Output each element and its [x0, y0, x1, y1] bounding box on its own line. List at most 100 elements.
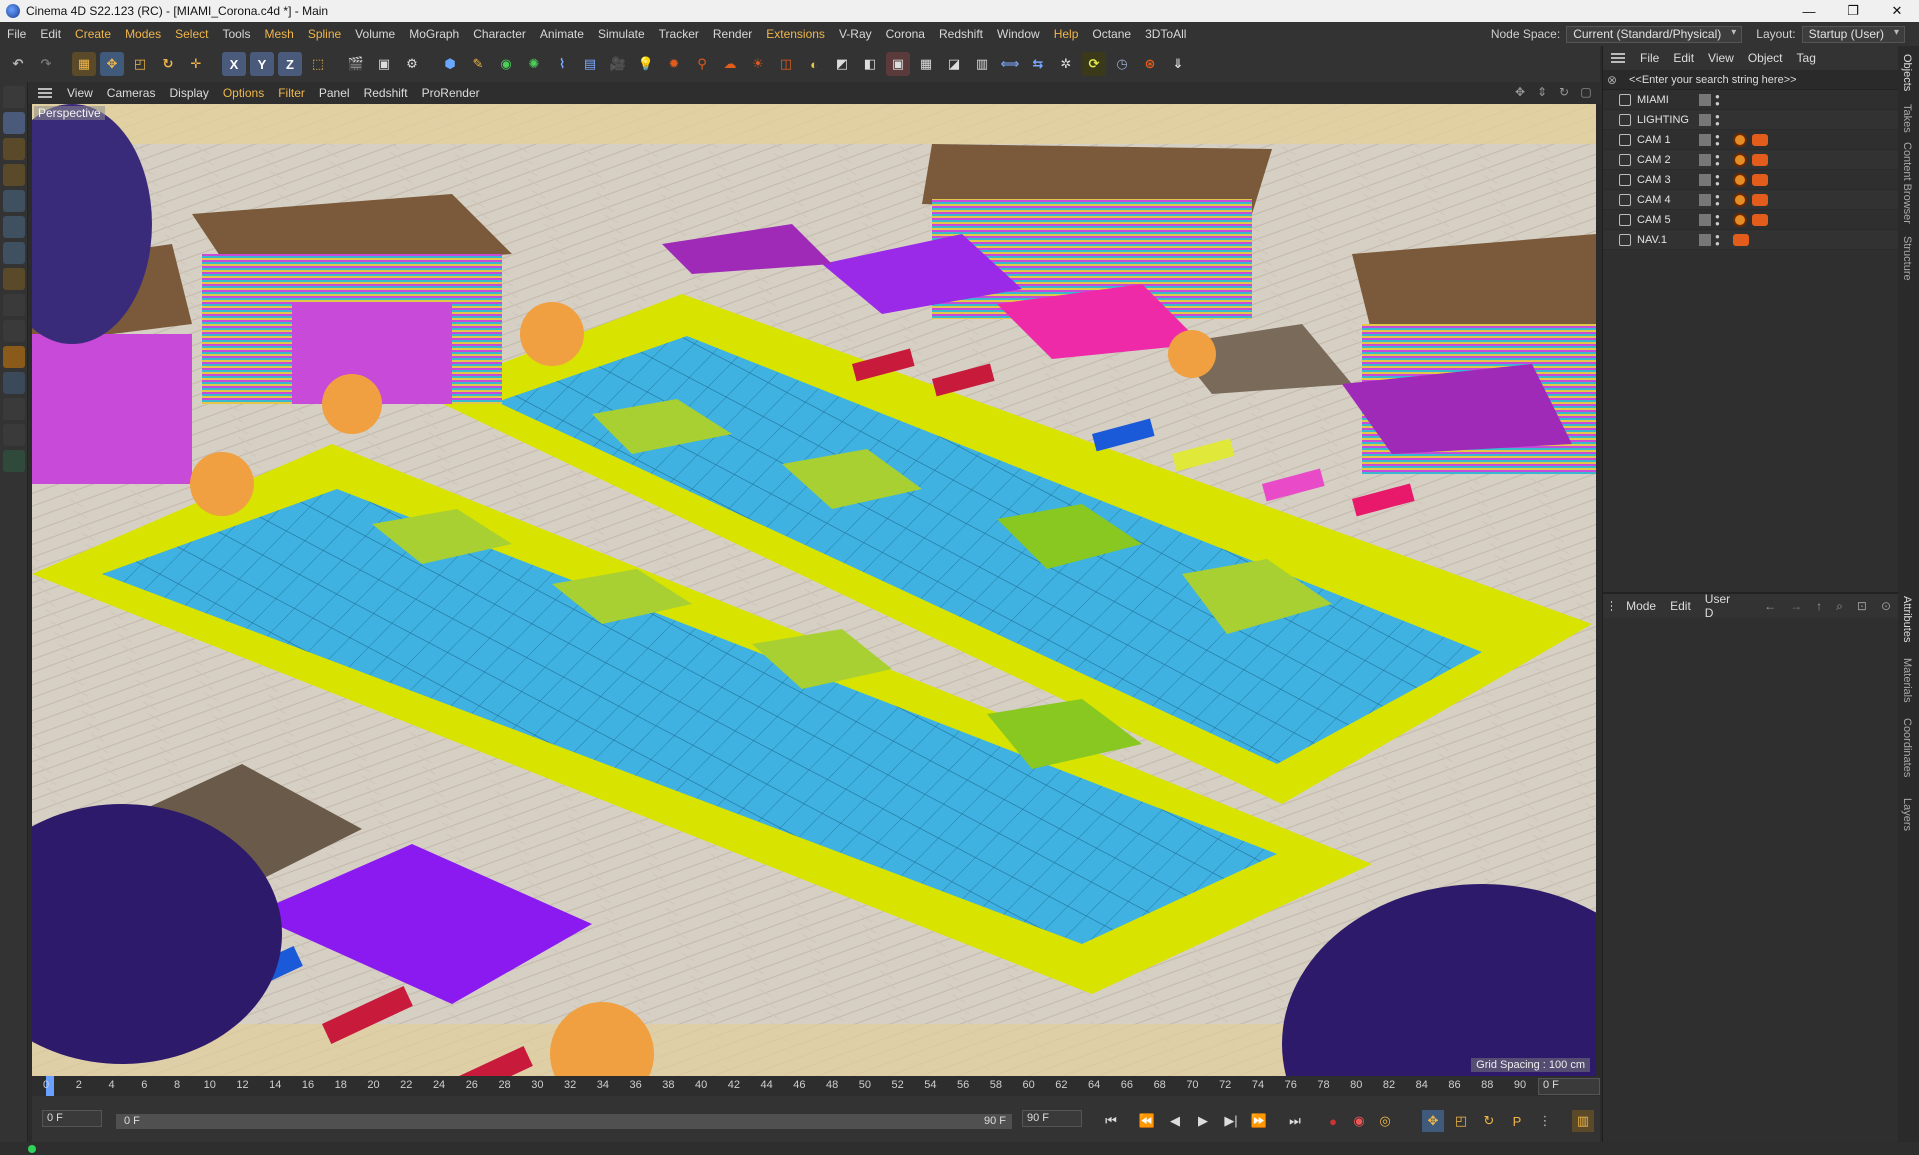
menu-animate[interactable]: Animate — [533, 27, 591, 41]
key-scale-icon[interactable]: ◰ — [1450, 1110, 1472, 1132]
tweak-mode-icon[interactable] — [3, 294, 25, 316]
protection-tag-icon[interactable] — [1733, 213, 1747, 227]
preview-range-slider[interactable]: 0 F 90 F — [116, 1114, 1012, 1129]
layer-color-swatch[interactable] — [1699, 94, 1711, 106]
viewport-menu-panel[interactable]: Panel — [312, 86, 357, 100]
key-pla-icon[interactable]: ⋮ — [1534, 1110, 1556, 1132]
visibility-dots-icon[interactable]: ● ● — [1715, 93, 1720, 108]
soft-selection-icon[interactable] — [3, 346, 25, 368]
camera-tag-icon[interactable] — [1752, 214, 1768, 226]
object-menu-tag[interactable]: Tag — [1790, 51, 1823, 65]
search-close-icon[interactable]: ⊗ — [1603, 73, 1621, 87]
tab-objects[interactable]: Objects — [1901, 54, 1913, 91]
edges-mode-icon[interactable] — [3, 216, 25, 238]
layer-color-swatch[interactable] — [1699, 154, 1711, 166]
menu-spline[interactable]: Spline — [301, 27, 348, 41]
redshift-icon[interactable]: ☁ — [718, 52, 742, 76]
menu-file[interactable]: File — [0, 27, 33, 41]
tab-takes[interactable]: Takes — [1901, 104, 1913, 133]
end-frame-field[interactable]: 90 F — [1022, 1110, 1082, 1127]
pan-icon[interactable]: ✥ — [1512, 85, 1528, 101]
viewport-menu-view[interactable]: View — [60, 86, 100, 100]
axis-mode-icon[interactable] — [3, 268, 25, 290]
next-key-icon[interactable]: ⏩ — [1248, 1110, 1270, 1132]
pen-icon[interactable]: ✎ — [466, 52, 490, 76]
floor-icon[interactable]: ▤ — [578, 52, 602, 76]
camera-tag-icon[interactable] — [1752, 154, 1768, 166]
camera-tag-icon[interactable] — [1752, 134, 1768, 146]
grid-icon[interactable] — [3, 398, 25, 420]
gear-icon[interactable]: ✲ — [1054, 52, 1078, 76]
menu-select[interactable]: Select — [168, 27, 215, 41]
settings-icon[interactable]: ⊙ — [1874, 599, 1898, 613]
visibility-dots-icon[interactable]: ● ● — [1715, 213, 1720, 228]
move-icon[interactable]: ✥ — [100, 52, 124, 76]
protection-tag-icon[interactable] — [1733, 193, 1747, 207]
object-row[interactable]: CAM 1 ● ● — [1603, 130, 1898, 150]
play-icon[interactable]: ▶ — [1192, 1110, 1214, 1132]
tab-materials[interactable]: Materials — [1901, 658, 1913, 703]
previous-key-icon[interactable]: ⏪ — [1136, 1110, 1158, 1132]
tab-content-browser[interactable]: Content Browser — [1901, 142, 1913, 224]
node-space-dropdown[interactable]: Current (Standard/Physical) — [1566, 25, 1743, 43]
viewport-menu-cameras[interactable]: Cameras — [100, 86, 163, 100]
z-axis-lock-icon[interactable]: Z — [278, 52, 302, 76]
object-row[interactable]: NAV.1 ● ● — [1603, 230, 1898, 250]
menu-mograph[interactable]: MoGraph — [402, 27, 466, 41]
pattern-icon[interactable] — [3, 424, 25, 446]
menu-modes[interactable]: Modes — [118, 27, 168, 41]
attribute-menu-mode[interactable]: Mode — [1619, 599, 1663, 613]
workplane-icon[interactable] — [3, 164, 25, 186]
menu-extensions[interactable]: Extensions — [759, 27, 832, 41]
visibility-dots-icon[interactable]: ● ● — [1715, 113, 1720, 128]
object-search-input[interactable]: <<Enter your search string here>> — [1629, 74, 1797, 86]
render-settings-icon[interactable]: ⚙ — [400, 52, 424, 76]
lock-icon[interactable]: ⊡ — [1850, 599, 1874, 613]
cube-icon[interactable]: ⬢ — [438, 52, 462, 76]
texture-icon[interactable]: ▦ — [914, 52, 938, 76]
protection-tag-icon[interactable] — [1733, 173, 1747, 187]
picture-icon[interactable]: ◪ — [942, 52, 966, 76]
current-frame-field[interactable]: 0 F — [1538, 1078, 1600, 1095]
keyframe-selection-icon[interactable]: ◎ — [1374, 1110, 1396, 1132]
object-manager-hamburger-icon[interactable] — [1611, 53, 1625, 63]
menu-help[interactable]: Help — [1047, 27, 1086, 41]
undo-icon[interactable]: ↶ — [6, 52, 30, 76]
refresh-icon[interactable]: ⟳ — [1082, 52, 1106, 76]
polygons-mode-icon[interactable] — [3, 242, 25, 264]
object-menu-edit[interactable]: Edit — [1666, 51, 1701, 65]
viewport-menu-redshift[interactable]: Redshift — [357, 86, 415, 100]
deformer-icon[interactable]: ⌇ — [550, 52, 574, 76]
goto-end-icon[interactable]: ⏭ — [1284, 1110, 1306, 1132]
sun-icon[interactable]: ☀ — [746, 52, 770, 76]
perspective-viewport[interactable]: Perspective Grid Spacing : 100 cm — [32, 104, 1596, 1076]
snap-icon[interactable] — [3, 320, 25, 342]
object-row[interactable]: MIAMI ● ● — [1603, 90, 1898, 110]
layer-color-swatch[interactable] — [1699, 234, 1711, 246]
object-menu-view[interactable]: View — [1701, 51, 1741, 65]
layer-color-swatch[interactable] — [1699, 134, 1711, 146]
viewport-menu-filter[interactable]: Filter — [271, 86, 312, 100]
menu-create[interactable]: Create — [68, 27, 118, 41]
forward-arrow-icon[interactable]: → — [1783, 599, 1809, 613]
maximize-view-icon[interactable]: ▢ — [1578, 85, 1594, 101]
camera-tag-icon[interactable] — [1733, 234, 1749, 246]
object-row[interactable]: CAM 5 ● ● — [1603, 210, 1898, 230]
render-region-icon[interactable]: ▣ — [886, 52, 910, 76]
menu-simulate[interactable]: Simulate — [591, 27, 652, 41]
menu-character[interactable]: Character — [466, 27, 533, 41]
restore-button[interactable]: ❐ — [1831, 0, 1875, 22]
corona-light-icon[interactable]: ⚲ — [690, 52, 714, 76]
visibility-dots-icon[interactable]: ● ● — [1715, 133, 1720, 148]
double-arrow-icon[interactable]: ⇆ — [1026, 52, 1050, 76]
redo-icon[interactable]: ↷ — [34, 52, 58, 76]
object-row[interactable]: CAM 4 ● ● — [1603, 190, 1898, 210]
menu-volume[interactable]: Volume — [348, 27, 402, 41]
record-icon[interactable]: ⊛ — [1138, 52, 1162, 76]
protection-tag-icon[interactable] — [1733, 153, 1747, 167]
up-arrow-icon[interactable]: ↑ — [1809, 599, 1829, 613]
visibility-dots-icon[interactable]: ● ● — [1715, 173, 1720, 188]
close-button[interactable]: ✕ — [1875, 0, 1919, 22]
goto-start-icon[interactable]: ⏮ — [1100, 1110, 1122, 1132]
octane-icon[interactable]: ◫ — [774, 52, 798, 76]
